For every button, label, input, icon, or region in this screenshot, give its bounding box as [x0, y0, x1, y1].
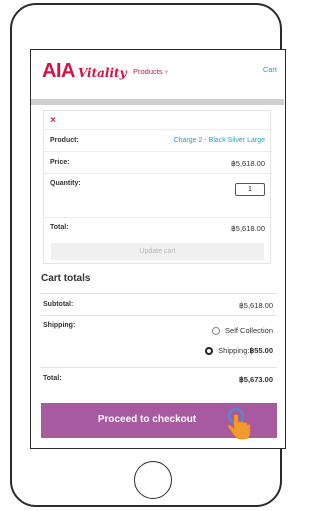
subtotal-value: ฿5,618.00	[239, 301, 273, 310]
cart-totals-title: Cart totals	[41, 273, 91, 284]
item-total-row: Total: ฿5,618.00	[44, 217, 272, 239]
nav-cart-link[interactable]: Cart	[263, 65, 277, 74]
header-divider	[31, 99, 284, 105]
order-total-label: Total:	[43, 375, 62, 382]
order-total-value: ฿5,673.00	[239, 375, 273, 384]
price-label: Price:	[50, 159, 70, 166]
checkout-button-label: Proceed to checkout	[97, 414, 197, 425]
quantity-row: Quantity: 1	[44, 173, 272, 217]
item-total-label: Total:	[50, 224, 69, 231]
quantity-label: Quantity:	[50, 180, 81, 187]
close-icon[interactable]: ×	[50, 115, 56, 126]
product-row: Product: Charge 2 - Black Silver Large	[44, 129, 272, 151]
price-value: ฿5,618.00	[231, 159, 265, 168]
product-link[interactable]: Charge 2 - Black Silver Large	[174, 137, 265, 144]
shipping-option-price: ฿55.00	[249, 346, 273, 355]
subtotal-label: Subtotal:	[43, 301, 74, 308]
update-cart-button[interactable]: Update cart	[51, 243, 264, 260]
cart-item-card: × Product: Charge 2 - Black Silver Large…	[43, 110, 272, 264]
shipping-row: Shipping: Self Collection Shipping: ฿55.…	[41, 315, 277, 367]
shipping-option-label: Shipping:	[218, 346, 250, 355]
item-total-value: ฿5,618.00	[231, 224, 265, 233]
nav-products-menu[interactable]: Products ▾	[133, 67, 168, 76]
self-collection-option[interactable]: Self Collection	[212, 326, 273, 335]
shipping-label: Shipping:	[43, 322, 76, 329]
chevron-down-icon: ▾	[164, 69, 169, 76]
order-total-row: Total: ฿5,673.00	[41, 367, 277, 389]
shipping-option[interactable]: Shipping: ฿55.00	[205, 346, 273, 355]
radio-unselected-icon[interactable]	[212, 326, 221, 335]
home-button[interactable]	[134, 461, 172, 499]
self-collection-label: Self Collection	[225, 326, 273, 335]
logo-aia-text: AIA	[42, 60, 75, 82]
aia-vitality-logo[interactable]: AIA Vitality	[42, 60, 127, 86]
radio-selected-icon[interactable]	[205, 346, 214, 355]
phone-screen: AIA Vitality Products ▾ Cart × Product: Ch…	[30, 49, 286, 449]
site-header: AIA Vitality Products ▾ Cart	[31, 50, 284, 95]
product-label: Product:	[50, 137, 79, 144]
subtotal-row: Subtotal: ฿5,618.00	[41, 293, 277, 315]
quantity-input[interactable]: 1	[235, 183, 265, 196]
phone-frame: AIA Vitality Products ▾ Cart × Product: Ch…	[10, 3, 286, 507]
hand-pointer-icon	[227, 408, 251, 440]
logo-vitality-text: Vitality	[77, 66, 127, 80]
price-row: Price: ฿5,618.00	[44, 151, 272, 173]
nav-products-label: Products	[133, 67, 163, 76]
